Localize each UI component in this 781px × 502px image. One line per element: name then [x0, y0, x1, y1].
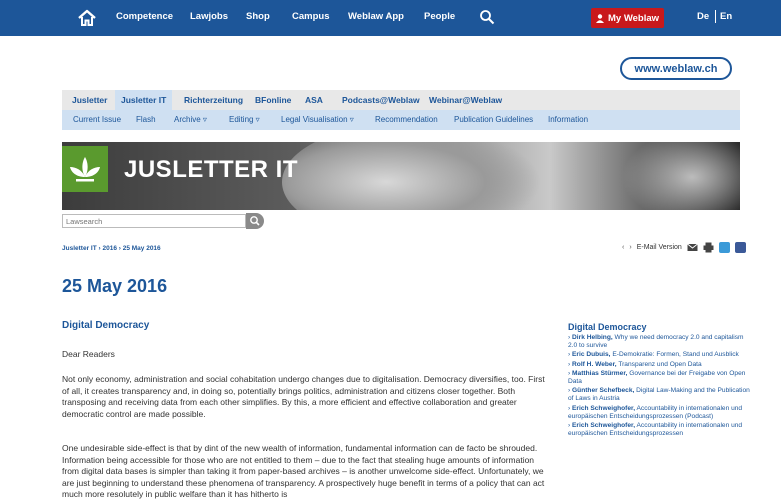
breadcrumb-year[interactable]: 2016	[102, 245, 116, 252]
sidebar-article-author: Rolf H. Weber,	[572, 360, 617, 368]
nav-competence[interactable]: Competence	[116, 11, 173, 22]
tab-bfonline[interactable]: BFonline	[255, 90, 291, 110]
email-version-label[interactable]: E-Mail Version	[637, 244, 682, 251]
email-icon[interactable]	[687, 242, 698, 253]
my-weblaw-label: My Weblaw	[607, 12, 660, 24]
subtab-archive[interactable]: Archive ▿	[174, 110, 207, 130]
home-icon[interactable]	[77, 8, 97, 28]
salutation-paragraph: Dear Readers	[62, 349, 115, 359]
sidebar-article[interactable]: › Erich Schweighofer, Accountability in …	[568, 405, 753, 421]
nav-weblaw-app[interactable]: Weblaw App	[348, 11, 404, 22]
nav-people[interactable]: People	[424, 11, 455, 22]
weblaw-url-pill[interactable]: www.weblaw.ch	[620, 57, 732, 80]
tab-webinar[interactable]: Webinar@Weblaw	[429, 90, 502, 110]
lang-de[interactable]: De	[697, 11, 709, 22]
sidebar-digital-democracy: Digital Democracy › Dirk Helbing, Why we…	[568, 322, 753, 439]
sidebar-article-title: E-Demokratie: Formen, Stand und Ausblick	[612, 351, 739, 359]
lang-en[interactable]: En	[720, 11, 732, 22]
sidebar-article-author: Erich Schweighofer,	[572, 404, 636, 412]
tab-podcasts[interactable]: Podcasts@Weblaw	[342, 90, 420, 110]
nav-lawjobs[interactable]: Lawjobs	[190, 11, 228, 22]
sidebar-article[interactable]: › Rolf H. Weber, Transparenz und Open Da…	[568, 361, 753, 369]
sidebar-title: Digital Democracy	[568, 322, 647, 332]
lawsearch-input[interactable]	[62, 214, 246, 228]
product-tabs: Jusletter Jusletter IT Richterzeitung BF…	[62, 90, 740, 110]
tab-richterzeitung[interactable]: Richterzeitung	[184, 90, 243, 110]
search-icon[interactable]	[479, 9, 495, 25]
search-icon	[250, 216, 260, 226]
sidebar-article-author: Erich Schweighofer,	[572, 422, 636, 430]
user-icon	[595, 13, 604, 23]
article-tools: ‹ › E-Mail Version	[622, 242, 746, 253]
banner-title: JUSLETTER IT	[124, 156, 299, 183]
my-weblaw-button[interactable]: My Weblaw	[591, 8, 664, 28]
tab-asa[interactable]: ASA	[305, 90, 323, 110]
lawsearch-button[interactable]	[246, 213, 264, 229]
sidebar-article-author: Günther Schefbeck,	[572, 387, 635, 395]
sidebar-article[interactable]: › Matthias Stürmer, Governance bei der F…	[568, 370, 753, 386]
nav-campus[interactable]: Campus	[292, 11, 329, 22]
subtab-recommendation[interactable]: Recommendation	[375, 110, 438, 130]
nav-shop[interactable]: Shop	[246, 11, 270, 22]
sidebar-article[interactable]: › Günther Schefbeck, Digital Law-Making …	[568, 387, 753, 403]
previous-arrow-icon[interactable]: ‹	[622, 244, 624, 251]
leaf-icon	[70, 157, 100, 182]
next-arrow-icon[interactable]: ›	[629, 244, 631, 251]
banner-image-highlight	[282, 142, 542, 210]
banner-image-highlight	[622, 142, 740, 210]
sub-tabs: Current Issue Flash Archive ▿ Editing ▿ …	[62, 110, 740, 130]
jusletter-it-banner: JUSLETTER IT	[62, 142, 740, 210]
twitter-icon[interactable]	[718, 242, 730, 253]
sidebar-article-author: Dirk Helbing,	[572, 334, 613, 341]
subtab-information[interactable]: Information	[548, 110, 588, 130]
sidebar-article[interactable]: › Dirk Helbing, Why we need democracy 2.…	[568, 334, 753, 350]
page-title: 25 May 2016	[62, 276, 168, 296]
section-title: Digital Democracy	[62, 320, 150, 331]
sidebar-article-author: Matthias Stürmer,	[572, 369, 628, 377]
breadcrumb-jusletter-it[interactable]: Jusletter IT	[62, 245, 97, 252]
top-navbar: Competence Lawjobs Shop Campus Weblaw Ap…	[0, 0, 781, 36]
subtab-flash[interactable]: Flash	[136, 110, 156, 130]
facebook-icon[interactable]	[734, 242, 746, 253]
tab-jusletter[interactable]: Jusletter	[72, 90, 107, 110]
lang-divider	[715, 10, 716, 23]
subtab-publication-guidelines[interactable]: Publication Guidelines	[454, 110, 533, 130]
sidebar-article[interactable]: › Erich Schweighofer, Accountability in …	[568, 422, 753, 438]
subtab-editing[interactable]: Editing ▿	[229, 110, 260, 130]
breadcrumb-issue[interactable]: 25 May 2016	[123, 245, 161, 252]
jusletter-logo[interactable]	[62, 146, 108, 192]
sidebar-article[interactable]: › Eric Dubuis, E-Demokratie: Formen, Sta…	[568, 351, 753, 359]
sidebar-article-title: Transparenz und Open Data	[618, 360, 702, 368]
subtab-legal-visualisation[interactable]: Legal Visualisation ▿	[281, 110, 354, 130]
print-icon[interactable]	[703, 242, 714, 253]
breadcrumb: Jusletter IT › 2016 › 25 May 2016	[62, 245, 161, 252]
tab-jusletter-it[interactable]: Jusletter IT	[115, 90, 173, 110]
sidebar-article-author: Eric Dubuis,	[572, 351, 611, 359]
subtab-current-issue[interactable]: Current Issue	[73, 110, 121, 130]
intro-paragraph: Not only economy, administration and soc…	[62, 374, 545, 419]
side-effect-paragraph: One undesirable side-effect is that by d…	[62, 443, 545, 500]
